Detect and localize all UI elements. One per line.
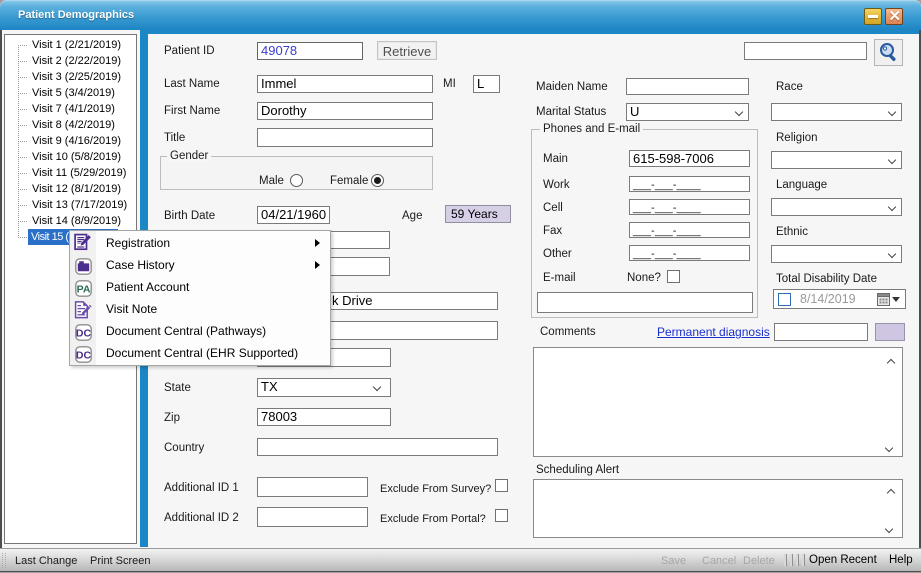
svg-text:DC: DC — [76, 327, 92, 339]
svg-text:PA: PA — [77, 283, 91, 295]
svg-text:DC: DC — [76, 349, 92, 361]
